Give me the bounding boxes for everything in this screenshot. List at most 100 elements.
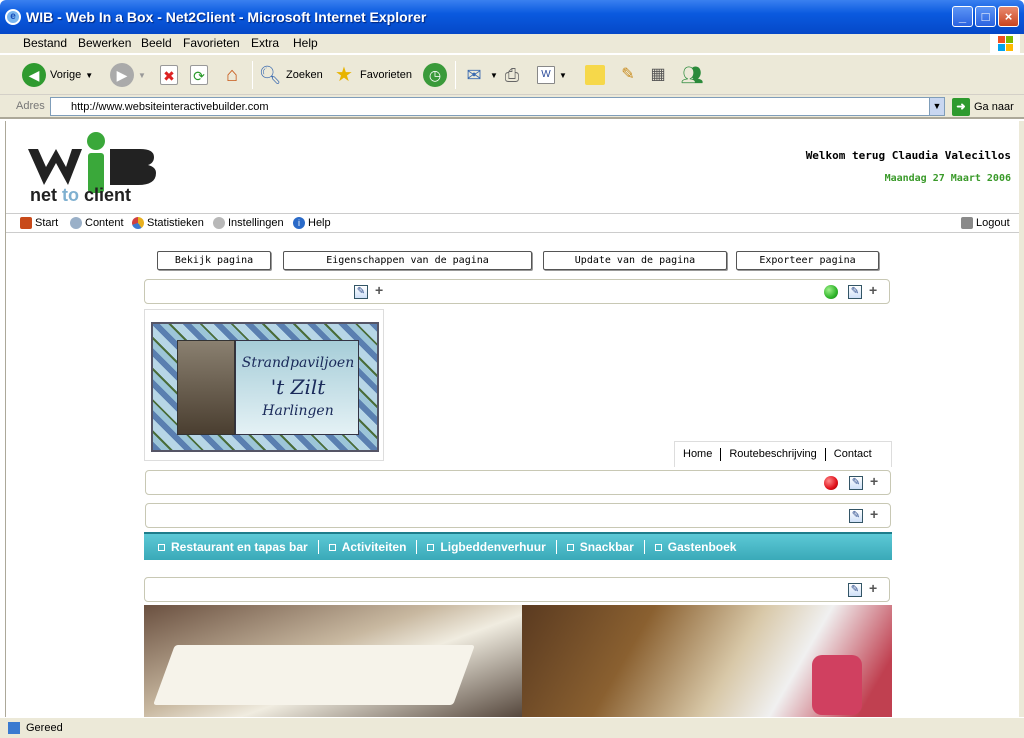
favorites-label: Favorieten <box>360 69 412 81</box>
search-label: Zoeken <box>286 69 323 81</box>
banner-text-panel: Strandpaviljoen 't Zilt Harlingen <box>235 340 359 435</box>
stop-button[interactable]: ✖ <box>160 59 178 91</box>
status-bar: Gereed <box>0 717 1024 738</box>
interior-playroom-photo <box>522 605 892 717</box>
vintage-photo <box>177 340 235 435</box>
menu-snackbar[interactable]: Snackbar <box>555 540 644 554</box>
add-icon[interactable]: + <box>869 282 877 298</box>
sitenav-routebeschrijving[interactable]: Routebeschrijving <box>721 448 826 461</box>
close-button[interactable]: × <box>998 6 1019 27</box>
nav-logout[interactable]: Logout <box>961 217 1010 229</box>
menu-beeld[interactable]: Beeld <box>138 36 175 50</box>
menu-snackbar-label: Snackbar <box>579 540 634 554</box>
banner-line-3: Harlingen <box>262 403 334 419</box>
menu-help[interactable]: Help <box>290 36 321 50</box>
edit-icon[interactable]: ✎ <box>848 285 862 299</box>
dining-tables-photo <box>144 605 522 717</box>
address-dropdown-icon[interactable]: ▼ <box>929 97 945 116</box>
go-arrow-icon: ➜ <box>952 97 970 116</box>
logo-tagline: net to client <box>30 185 131 206</box>
nav-logout-label: Logout <box>976 217 1010 229</box>
site-top-navigation: Home Routebeschrijving Contact <box>674 441 892 467</box>
menu-extra[interactable]: Extra <box>248 36 282 50</box>
edit-icon[interactable]: ✎ <box>848 583 862 597</box>
logo-tagline-net: net <box>30 185 57 205</box>
toolbar-divider <box>455 61 456 89</box>
back-button[interactable]: ◀ Vorige ▼ <box>22 59 93 91</box>
note-icon <box>585 65 605 85</box>
menu-bestand[interactable]: Bestand <box>20 36 70 50</box>
word-icon: W <box>537 66 555 84</box>
history-icon: ◷ <box>423 63 447 87</box>
nav-start[interactable]: Start <box>20 217 58 229</box>
search-button[interactable]: 🔍︎ Zoeken <box>258 59 323 91</box>
menu-gastenboek[interactable]: Gastenboek <box>643 540 747 554</box>
bullet-icon <box>654 543 662 551</box>
nav-settings-label: Instellingen <box>228 217 284 229</box>
edit-icon[interactable]: ✎ <box>849 509 863 523</box>
export-page-button[interactable]: Exporteer pagina <box>736 251 879 270</box>
messenger-icon: 👥︎ <box>680 65 704 85</box>
discuss-button[interactable] <box>585 59 605 91</box>
refresh-icon: ⟳ <box>190 65 208 85</box>
add-icon[interactable]: + <box>869 580 877 596</box>
page-properties-button[interactable]: Eigenschappen van de pagina <box>283 251 532 270</box>
pink-chair-shape <box>812 655 862 715</box>
media-button[interactable]: ▦ <box>646 59 670 91</box>
edit-icon[interactable]: ✎ <box>849 476 863 490</box>
menu-restaurant[interactable]: Restaurant en tapas bar <box>158 540 318 554</box>
mail-button[interactable]: ✉ ▼ <box>462 59 497 91</box>
menu-bar: Bestand Bewerken Beeld Favorieten Extra … <box>0 34 1024 54</box>
chart-icon <box>132 217 144 229</box>
home-button[interactable]: ⌂ <box>220 59 244 91</box>
chevron-down-icon: ▼ <box>559 70 567 80</box>
menu-bewerken[interactable]: Bewerken <box>75 36 134 50</box>
forward-button[interactable]: ▶ ▼ <box>110 59 146 91</box>
title-bar: e WIB - Web In a Box - Net2Client - Micr… <box>0 0 1024 34</box>
chevron-down-icon: ▼ <box>85 70 94 80</box>
status-green-icon[interactable] <box>824 285 838 299</box>
browser-content: net to client Welkom terug Claudia Valec… <box>5 121 1019 717</box>
go-label: Ga naar <box>974 100 1014 113</box>
minimize-button[interactable]: _ <box>952 6 973 27</box>
logout-icon <box>961 217 973 229</box>
editable-section-4: ✎ + <box>144 577 890 602</box>
address-input[interactable]: http://www.websiteinteractivebuilder.com <box>50 97 930 116</box>
history-button[interactable]: ◷ <box>423 59 447 91</box>
status-red-icon[interactable] <box>824 476 838 490</box>
refresh-button[interactable]: ⟳ <box>190 59 208 91</box>
nav-instellingen[interactable]: Instellingen <box>213 217 284 229</box>
welcome-message: Welkom terug Claudia Valecillos <box>805 149 1011 162</box>
maximize-button[interactable]: □ <box>975 6 996 27</box>
sitenav-contact[interactable]: Contact <box>826 448 880 461</box>
view-page-button[interactable]: Bekijk pagina <box>157 251 271 270</box>
nav-statistieken[interactable]: Statistieken <box>132 217 204 229</box>
nav-start-label: Start <box>35 217 59 229</box>
nav-help[interactable]: i Help <box>293 217 331 229</box>
add-icon[interactable]: + <box>870 506 878 522</box>
messenger-button[interactable]: 👥︎ <box>680 59 704 91</box>
nav-help-label: Help <box>308 217 331 229</box>
menu-restaurant-label: Restaurant en tapas bar <box>171 540 308 554</box>
ie-icon: e <box>5 9 21 25</box>
sitenav-home[interactable]: Home <box>675 448 722 461</box>
info-icon: i <box>293 217 305 229</box>
print-button[interactable]: ⎙ <box>500 59 524 91</box>
favorites-button[interactable]: ★ Favorieten <box>332 59 412 91</box>
window-title: WIB - Web In a Box - Net2Client - Micros… <box>26 9 427 25</box>
nav-content[interactable]: Content <box>70 217 124 229</box>
edit-button[interactable]: W ▼ <box>537 59 567 91</box>
scrollbar[interactable] <box>1019 121 1024 717</box>
update-page-button[interactable]: Update van de pagina <box>543 251 727 270</box>
star-icon: ★ <box>335 64 353 86</box>
menu-ligbeddenverhuur[interactable]: Ligbeddenverhuur <box>416 540 555 554</box>
add-icon[interactable]: + <box>870 473 878 489</box>
menu-favorieten[interactable]: Favorieten <box>180 36 243 50</box>
menu-activiteiten[interactable]: Activiteiten <box>317 540 417 554</box>
edit-icon[interactable]: ✎ <box>354 285 368 299</box>
research-button[interactable]: ✎ <box>616 59 640 91</box>
go-button[interactable]: ➜ Ga naar <box>952 97 1014 116</box>
site-banner: Strandpaviljoen 't Zilt Harlingen <box>144 309 384 461</box>
home-icon: ⌂ <box>225 64 239 86</box>
add-icon[interactable]: + <box>375 282 383 298</box>
